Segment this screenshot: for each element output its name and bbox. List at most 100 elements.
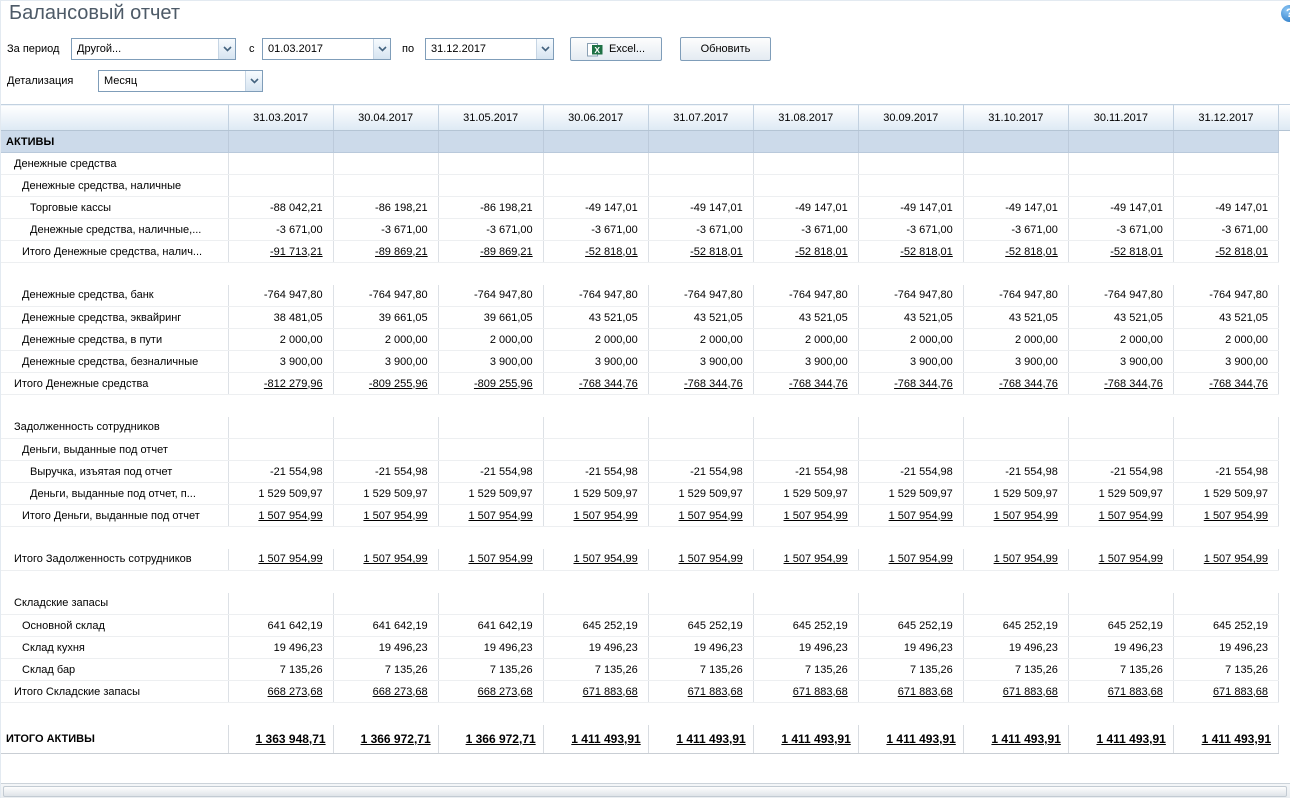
cell: 1 507 954,99 <box>858 505 963 527</box>
cell <box>1068 395 1173 417</box>
horizontal-scrollbar[interactable] <box>1 783 1290 798</box>
cell: 1 411 493,91 <box>648 725 753 754</box>
cell: 1 507 954,99 <box>333 549 438 571</box>
from-date-select[interactable]: 01.03.2017 <box>262 38 391 60</box>
refresh-button[interactable]: Обновить <box>680 37 771 61</box>
table-row[interactable]: Денежные средства, наличные,...-3 671,00… <box>1 219 1279 241</box>
table-row[interactable]: Денежные средства, безналичные3 900,003 … <box>1 351 1279 373</box>
cell: -89 869,21 <box>333 241 438 263</box>
cell <box>963 527 1068 549</box>
period-select[interactable]: Другой... <box>71 38 236 60</box>
help-icon[interactable]: ? <box>1281 5 1290 22</box>
cell: 19 496,23 <box>438 637 543 659</box>
cell <box>228 527 333 549</box>
cell: 2 000,00 <box>753 329 858 351</box>
cell: 645 252,19 <box>648 615 753 637</box>
cell <box>228 395 333 417</box>
cell: -21 554,98 <box>543 461 648 483</box>
cell <box>543 593 648 615</box>
cell <box>858 153 963 175</box>
cell: 7 135,26 <box>1173 659 1278 681</box>
table-row[interactable]: Складские запасы <box>1 593 1279 615</box>
scrollbar-thumb[interactable] <box>3 786 1287 797</box>
cell <box>648 439 753 461</box>
table-row[interactable]: Склад кухня19 496,2319 496,2319 496,2319… <box>1 637 1279 659</box>
table-row[interactable]: Денежные средства, банк-764 947,80-764 9… <box>1 285 1279 307</box>
cell <box>438 703 543 725</box>
table-row[interactable]: Итого Складские запасы668 273,68668 273,… <box>1 681 1279 703</box>
column-header: 30.06.2017 <box>543 105 648 131</box>
cell: -52 818,01 <box>753 241 858 263</box>
table-row[interactable]: Выручка, изъятая под отчет-21 554,98-21 … <box>1 461 1279 483</box>
row-label <box>1 395 228 417</box>
cell: 1 366 972,71 <box>438 725 543 754</box>
table-row[interactable]: Итого Деньги, выданные под отчет1 507 95… <box>1 505 1279 527</box>
cell <box>438 527 543 549</box>
cell: 1 507 954,99 <box>753 549 858 571</box>
cell: -3 671,00 <box>858 219 963 241</box>
detail-select[interactable]: Месяц <box>98 70 263 92</box>
cell: 2 000,00 <box>1068 329 1173 351</box>
row-label: Выручка, изъятая под отчет <box>1 461 228 483</box>
cell <box>648 395 753 417</box>
cell: 668 273,68 <box>228 681 333 703</box>
cell: -52 818,01 <box>1173 241 1278 263</box>
cell <box>1068 153 1173 175</box>
cell <box>333 527 438 549</box>
table-row[interactable]: ИТОГО АКТИВЫ1 363 948,711 366 972,711 36… <box>1 725 1279 754</box>
cell: -764 947,80 <box>648 285 753 307</box>
table-row[interactable]: Деньги, выданные под отчет <box>1 439 1279 461</box>
cell <box>753 263 858 285</box>
table-row[interactable]: Итого Задолженность сотрудников1 507 954… <box>1 549 1279 571</box>
table-row[interactable]: Торговые кассы-88 042,21-86 198,21-86 19… <box>1 197 1279 219</box>
table-row[interactable]: Задолженность сотрудников <box>1 417 1279 439</box>
cell <box>228 593 333 615</box>
row-label: Итого Денежные средства <box>1 373 228 395</box>
table-row[interactable]: АКТИВЫ <box>1 131 1279 153</box>
cell <box>648 703 753 725</box>
table-row[interactable]: Денежные средства, эквайринг38 481,0539 … <box>1 307 1279 329</box>
chevron-down-icon <box>218 39 235 59</box>
cell: -768 344,76 <box>1173 373 1278 395</box>
cell <box>1068 175 1173 197</box>
row-label: Денежные средства, наличные <box>1 175 228 197</box>
cell <box>543 439 648 461</box>
cell <box>1173 131 1278 153</box>
cell: 39 661,05 <box>333 307 438 329</box>
cell: 43 521,05 <box>858 307 963 329</box>
row-label: Основной склад <box>1 615 228 637</box>
cell <box>228 175 333 197</box>
table-row[interactable]: Денежные средства, в пути2 000,002 000,0… <box>1 329 1279 351</box>
table-row[interactable]: Деньги, выданные под отчет, п...1 529 50… <box>1 483 1279 505</box>
cell: 3 900,00 <box>1173 351 1278 373</box>
cell: 19 496,23 <box>963 637 1068 659</box>
table-row[interactable]: Итого Денежные средства, налич...-91 713… <box>1 241 1279 263</box>
table-row[interactable]: Основной склад641 642,19641 642,19641 64… <box>1 615 1279 637</box>
to-date-select[interactable]: 31.12.2017 <box>425 38 554 60</box>
cell <box>1068 593 1173 615</box>
row-label: Денежные средства <box>1 153 228 175</box>
cell <box>228 439 333 461</box>
cell <box>963 153 1068 175</box>
table-row[interactable]: Склад бар7 135,267 135,267 135,267 135,2… <box>1 659 1279 681</box>
refresh-button-label: Обновить <box>701 43 751 55</box>
cell: -89 869,21 <box>438 241 543 263</box>
cell: 1 366 972,71 <box>333 725 438 754</box>
chevron-down-icon <box>536 39 553 59</box>
cell <box>858 593 963 615</box>
cell <box>543 703 648 725</box>
table-row <box>1 571 1279 593</box>
cell: -3 671,00 <box>753 219 858 241</box>
cell: -49 147,01 <box>1068 197 1173 219</box>
cell <box>648 153 753 175</box>
cell: 3 900,00 <box>228 351 333 373</box>
excel-button[interactable]: X Excel... <box>570 37 662 61</box>
row-label: Денежные средства, безналичные <box>1 351 228 373</box>
cell: 671 883,68 <box>753 681 858 703</box>
table-row[interactable]: Денежные средства <box>1 153 1279 175</box>
cell: 19 496,23 <box>1173 637 1278 659</box>
table-row[interactable]: Денежные средства, наличные <box>1 175 1279 197</box>
cell: -3 671,00 <box>543 219 648 241</box>
table-row[interactable]: Итого Денежные средства-812 279,96-809 2… <box>1 373 1279 395</box>
cell: 7 135,26 <box>543 659 648 681</box>
